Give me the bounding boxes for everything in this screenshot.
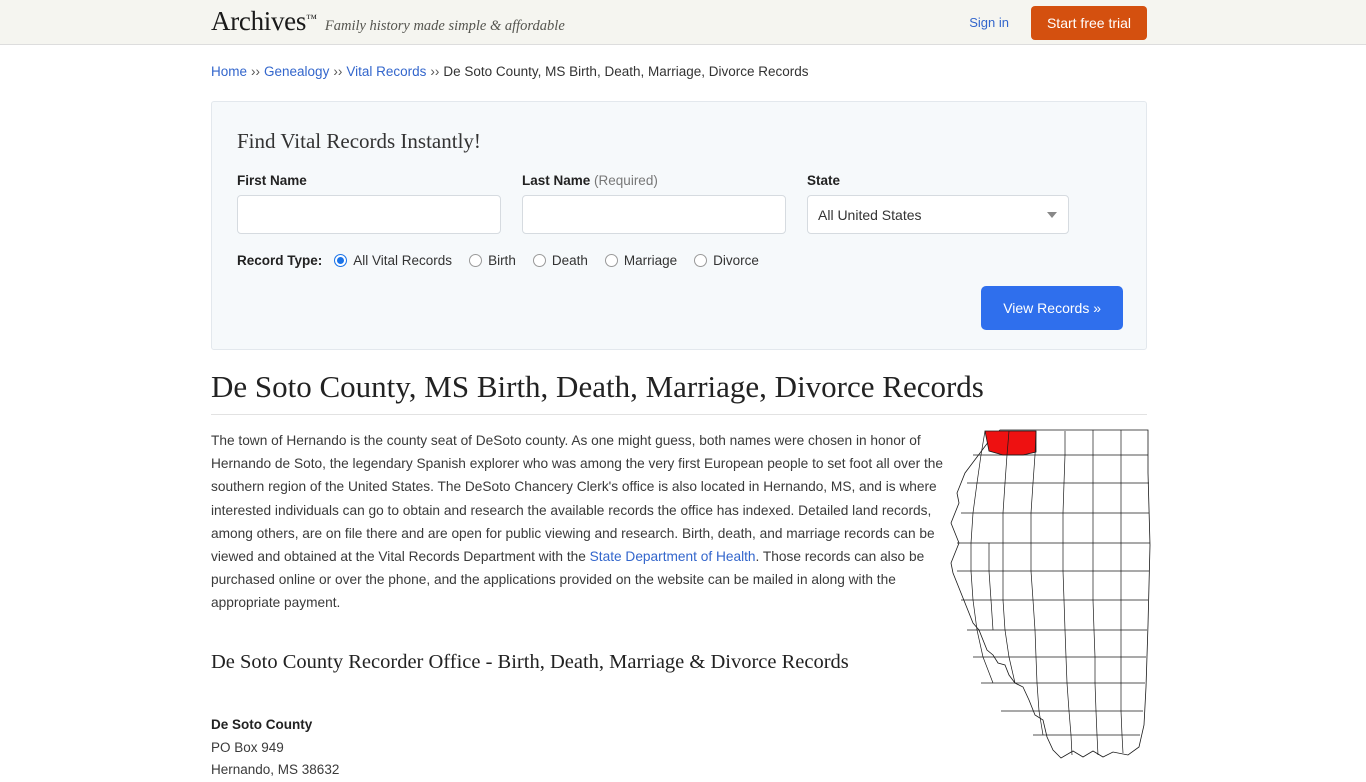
radio-indicator[interactable] [694,254,708,267]
state-field-group: State All United States [807,173,1069,234]
article-body: The town of Hernando is the county seat … [211,429,951,615]
record-type-label: Record Type: [237,253,323,268]
breadcrumb-separator: ›› [430,64,440,79]
state-department-of-health-link[interactable]: State Department of Health [590,549,756,564]
radio-label-divorce: Divorce [713,253,759,268]
start-free-trial-button[interactable]: Start free trial [1030,5,1147,40]
search-submit-row: View Records » [212,286,1123,330]
desoto-county-highlight [984,430,1037,456]
state-select[interactable]: All United States [807,195,1069,234]
first-name-field-group: First Name [237,173,501,234]
breadcrumb-separator: ›› [333,64,343,79]
radio-option-birth[interactable]: Birth [469,253,516,268]
paragraph-text-before-link: The town of Hernando is the county seat … [211,433,943,565]
radio-option-divorce[interactable]: Divorce [694,253,759,268]
trademark-symbol: ™ [306,13,317,25]
record-type-row: Record Type: All Vital Records Birth Dea… [237,253,1146,268]
radio-indicator-selected[interactable] [334,254,348,267]
brand-logo-group[interactable]: Archives ™ Family history made simple & a… [211,6,565,37]
view-records-button[interactable]: View Records » [981,286,1123,330]
state-select-wrapper: All United States [807,195,1069,234]
recorder-office-address: De Soto County PO Box 949 Hernando, MS 3… [211,714,339,782]
last-name-field-group: Last Name (Required) [522,173,786,234]
sign-in-link[interactable]: Sign in [969,15,1009,30]
address-line-1: PO Box 949 [211,739,284,755]
search-panel-title: Find Vital Records Instantly! [237,129,481,153]
intro-paragraph: The town of Hernando is the county seat … [211,429,951,615]
first-name-input[interactable] [237,195,501,234]
radio-indicator[interactable] [604,254,618,267]
radio-label-marriage: Marriage [623,253,678,268]
radio-option-death[interactable]: Death [532,253,588,268]
breadcrumb-item-current: De Soto County, MS Birth, Death, Marriag… [443,64,809,79]
breadcrumb-item-vital-records[interactable]: Vital Records [346,64,426,79]
radio-label-all-vital-records: All Vital Records [353,253,453,268]
brand-tagline: Family history made simple & affordable [324,18,565,34]
header-actions: Sign in Start free trial [969,0,1147,45]
first-name-label: First Name [237,173,307,188]
mississippi-county-map [943,425,1155,760]
search-fields-row: First Name Last Name (Required) State Al… [237,173,1146,234]
site-header: Archives ™ Family history made simple & a… [0,0,1366,45]
breadcrumb-separator: ›› [251,64,261,79]
vital-records-search-panel: Find Vital Records Instantly! First Name… [211,101,1147,350]
breadcrumb-item-genealogy[interactable]: Genealogy [264,64,329,79]
last-name-input[interactable] [522,195,786,234]
state-label: State [807,173,841,188]
last-name-required-note: (Required) [594,173,658,188]
radio-label-death: Death [551,253,588,268]
breadcrumb: Home ›› Genealogy ›› Vital Records ›› De Soto … [211,64,809,79]
radio-indicator[interactable] [469,254,483,267]
address-county-name: De Soto County [211,717,313,732]
recorder-office-heading: De Soto County Recorder Office - Birth, … [211,651,849,673]
radio-option-marriage[interactable]: Marriage [604,253,678,268]
address-line-2: Hernando, MS 38632 [211,762,340,777]
radio-label-birth: Birth [488,253,516,268]
last-name-label-text: Last Name [522,173,591,188]
mississippi-map-svg [950,429,1151,759]
radio-indicator[interactable] [532,254,546,267]
title-divider [211,414,1147,415]
radio-option-all-vital-records[interactable]: All Vital Records [334,253,452,268]
brand-wordmark: Archives [211,6,307,36]
breadcrumb-item-home[interactable]: Home [211,64,247,79]
last-name-label: Last Name (Required) [522,173,786,188]
page-title: De Soto County, MS Birth, Death, Marriag… [211,369,984,404]
